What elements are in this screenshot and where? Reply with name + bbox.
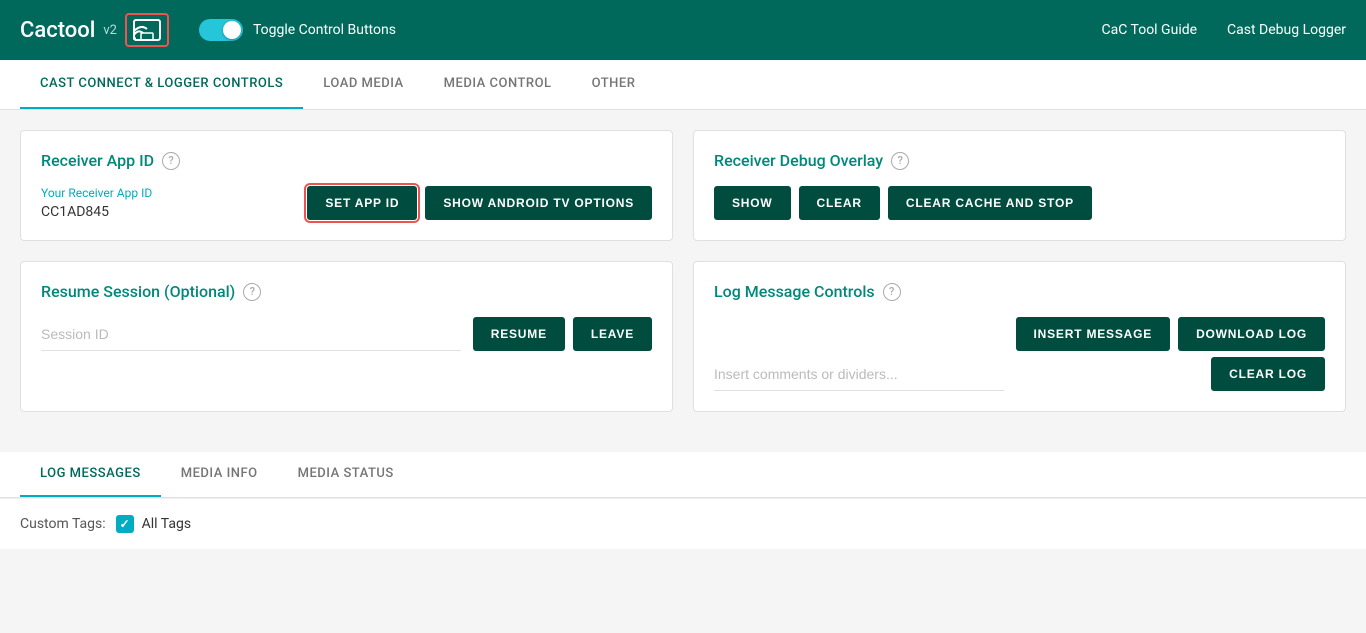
app-header: Cactool v2 Toggle Control Buttons CaC To… (0, 0, 1366, 60)
log-controls-section: INSERT MESSAGE DOWNLOAD LOG CLEAR LOG (714, 317, 1325, 391)
receiver-app-id-title: Receiver App ID ? (41, 151, 652, 170)
clear-cache-stop-button[interactable]: CLEAR CACHE AND STOP (888, 186, 1092, 220)
log-comment-input[interactable] (714, 358, 1004, 391)
log-message-title: Log Message Controls ? (714, 282, 1325, 301)
clear-overlay-button[interactable]: CLEAR (799, 186, 880, 220)
custom-tags-label: Custom Tags: (20, 516, 106, 532)
receiver-debug-title: Receiver Debug Overlay ? (714, 151, 1325, 170)
log-message-help-icon[interactable]: ? (883, 283, 901, 301)
logo-version: v2 (103, 23, 117, 38)
cac-tool-guide-link[interactable]: CaC Tool Guide (1102, 22, 1198, 38)
all-tags-checkbox-wrapper[interactable]: All Tags (116, 515, 191, 533)
resume-button[interactable]: RESUME (473, 317, 565, 351)
show-android-tv-button[interactable]: SHOW ANDROID TV OPTIONS (425, 186, 652, 220)
bottom-tabs-bar: LOG MESSAGES MEDIA INFO MEDIA STATUS (0, 452, 1366, 498)
cast-icon-wrapper[interactable] (125, 13, 169, 47)
logo-section: Cactool v2 (20, 13, 169, 47)
top-cards-row: Receiver App ID ? Your Receiver App ID C… (20, 130, 1346, 241)
log-btn-row-top: INSERT MESSAGE DOWNLOAD LOG (1016, 317, 1325, 351)
bottom-tab-log-messages[interactable]: LOG MESSAGES (20, 452, 161, 497)
tab-other[interactable]: OTHER (572, 60, 656, 109)
bottom-cards-row: Resume Session (Optional) ? RESUME LEAVE… (20, 261, 1346, 412)
log-btn-row-bottom: CLEAR LOG (1211, 357, 1325, 391)
resume-session-help-icon[interactable]: ? (243, 283, 261, 301)
insert-message-button[interactable]: INSERT MESSAGE (1016, 317, 1171, 351)
resume-session-card: Resume Session (Optional) ? RESUME LEAVE (20, 261, 673, 412)
app-id-input-group: Your Receiver App ID CC1AD845 (41, 186, 291, 220)
show-overlay-button[interactable]: SHOW (714, 186, 791, 220)
set-app-id-button[interactable]: SET APP ID (307, 186, 417, 220)
receiver-app-id-help-icon[interactable]: ? (162, 152, 180, 170)
log-btn-group: INSERT MESSAGE DOWNLOAD LOG CLEAR LOG (1016, 317, 1325, 391)
session-id-input[interactable] (41, 318, 461, 351)
all-tags-label: All Tags (142, 516, 191, 532)
receiver-debug-card: Receiver Debug Overlay ? SHOW CLEAR CLEA… (693, 130, 1346, 241)
overlay-btn-group: SHOW CLEAR CLEAR CACHE AND STOP (714, 186, 1325, 220)
session-btn-group: RESUME LEAVE (473, 317, 652, 351)
download-log-button[interactable]: DOWNLOAD LOG (1178, 317, 1325, 351)
resume-session-title: Resume Session (Optional) ? (41, 282, 652, 301)
main-content: Receiver App ID ? Your Receiver App ID C… (0, 110, 1366, 452)
tab-cast-connect[interactable]: CAST CONNECT & LOGGER CONTROLS (20, 60, 303, 109)
clear-log-button[interactable]: CLEAR LOG (1211, 357, 1325, 391)
app-id-input-value: CC1AD845 (41, 204, 291, 220)
receiver-debug-help-icon[interactable]: ? (891, 152, 909, 170)
leave-button[interactable]: LEAVE (573, 317, 652, 351)
app-id-input-label: Your Receiver App ID (41, 186, 291, 200)
app-id-btn-group: SET APP ID SHOW ANDROID TV OPTIONS (307, 186, 652, 220)
session-section: RESUME LEAVE (41, 317, 652, 351)
receiver-app-id-card: Receiver App ID ? Your Receiver App ID C… (20, 130, 673, 241)
toggle-section: Toggle Control Buttons (199, 19, 396, 41)
tab-load-media[interactable]: LOAD MEDIA (303, 60, 423, 109)
all-tags-checkbox[interactable] (116, 515, 134, 533)
toggle-control-buttons[interactable] (199, 19, 243, 41)
log-message-card: Log Message Controls ? INSERT MESSAGE DO… (693, 261, 1346, 412)
custom-tags-section: Custom Tags: All Tags (0, 498, 1366, 549)
bottom-tab-media-status[interactable]: MEDIA STATUS (278, 452, 414, 497)
toggle-label: Toggle Control Buttons (253, 22, 396, 38)
header-nav: CaC Tool Guide Cast Debug Logger (1102, 22, 1347, 38)
logo-text: Cactool (20, 18, 95, 43)
main-tabs-bar: CAST CONNECT & LOGGER CONTROLS LOAD MEDI… (0, 60, 1366, 110)
cast-debug-logger-link[interactable]: Cast Debug Logger (1227, 22, 1346, 38)
tab-media-control[interactable]: MEDIA CONTROL (424, 60, 572, 109)
app-id-section: Your Receiver App ID CC1AD845 SET APP ID… (41, 186, 652, 220)
bottom-tab-media-info[interactable]: MEDIA INFO (161, 452, 278, 497)
cast-icon (133, 19, 161, 41)
